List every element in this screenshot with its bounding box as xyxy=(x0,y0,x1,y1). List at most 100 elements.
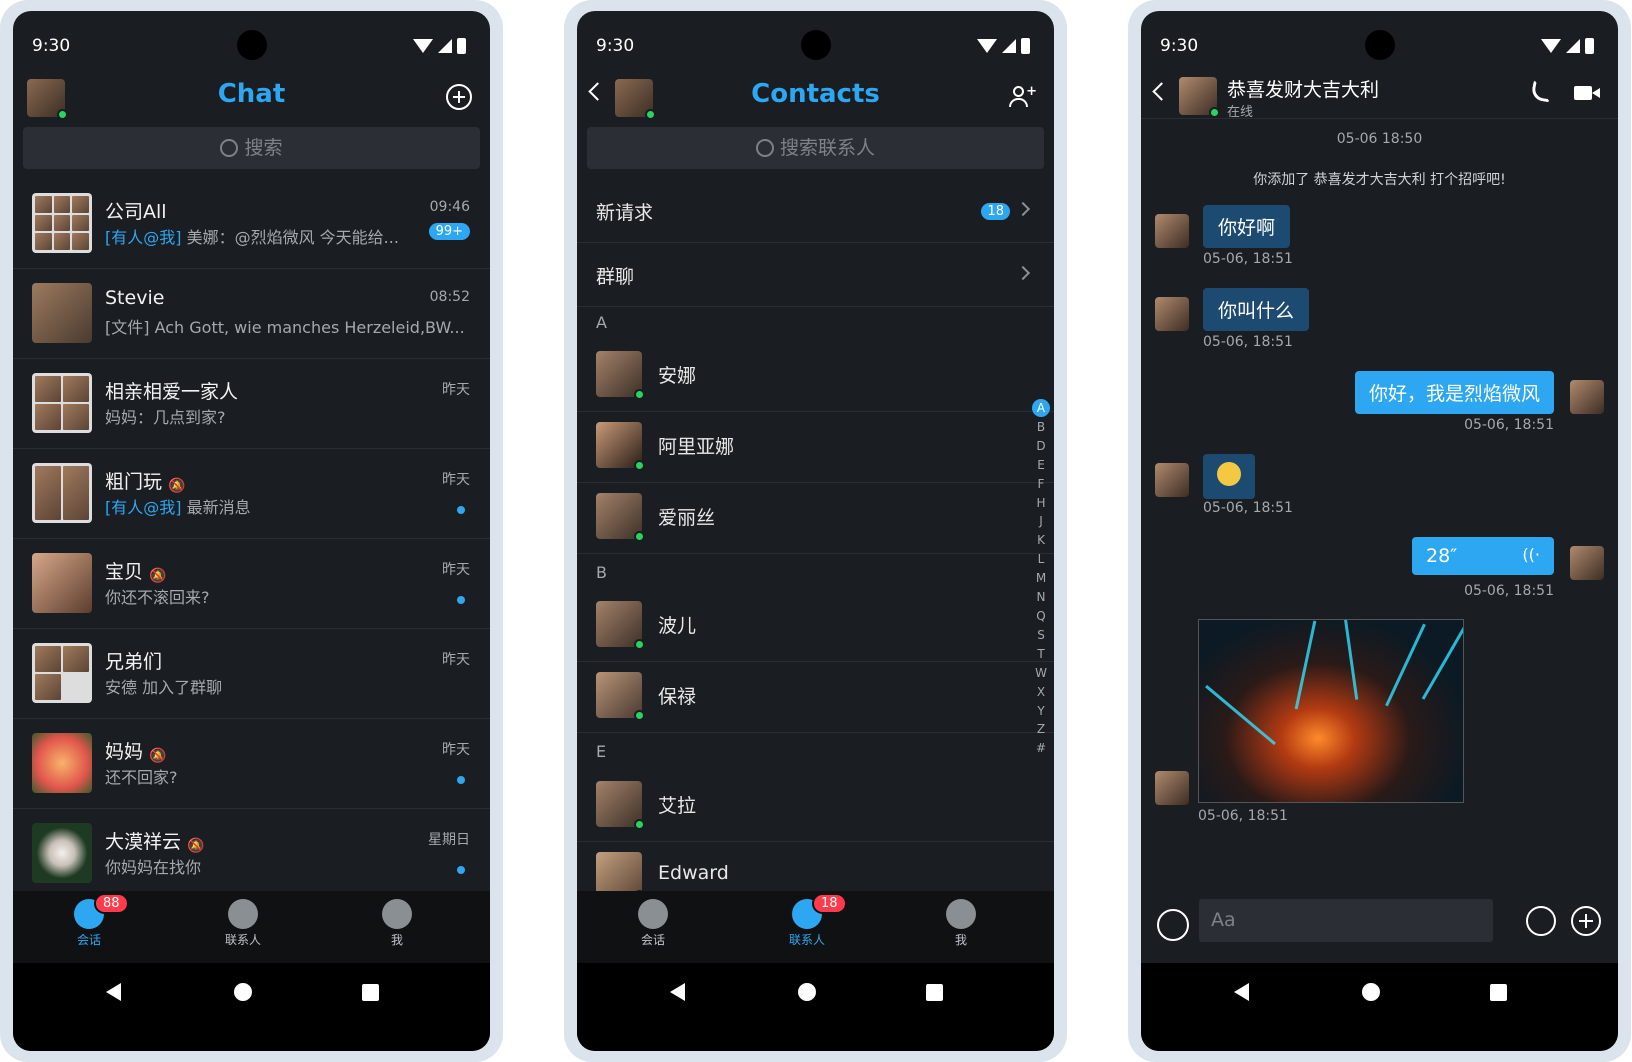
index-letter[interactable]: # xyxy=(1032,739,1050,758)
nav-recents-icon[interactable] xyxy=(362,984,379,1001)
message-bubble-in[interactable]: 你好啊 xyxy=(1203,205,1291,248)
voice-message-bubble[interactable]: 28″ ((· xyxy=(1412,537,1554,575)
conversation-item[interactable]: 大漠祥云 🔕 星期日 你妈妈在找你 xyxy=(13,809,490,899)
conversation-item[interactable]: Stevie 08:52 [文件] Ach Gott, wie manches … xyxy=(13,269,490,359)
index-letter[interactable]: J xyxy=(1032,512,1050,531)
conversation-item[interactable]: 妈妈 🔕 昨天 还不回家? xyxy=(13,719,490,809)
index-letter[interactable]: Q xyxy=(1032,607,1050,626)
image-message[interactable] xyxy=(1198,619,1464,803)
add-contact-icon[interactable]: + xyxy=(1008,84,1037,108)
search-icon xyxy=(220,139,239,157)
conversation-name: 公司All xyxy=(105,201,167,223)
conversation-name: 兄弟们 xyxy=(105,651,163,673)
message-bubble-in[interactable]: 你叫什么 xyxy=(1203,288,1310,331)
mention-tag: [有人@我] xyxy=(105,498,182,517)
index-letter[interactable]: W xyxy=(1032,664,1050,683)
conversation-item[interactable]: 粗门玩 🔕 昨天 [有人@我] 最新消息 xyxy=(13,449,490,539)
contact-item[interactable]: 安娜 xyxy=(577,341,1054,412)
index-letter[interactable]: B xyxy=(1032,418,1050,437)
status-bar: 9:30 xyxy=(13,11,490,61)
nav-recents-icon[interactable] xyxy=(926,984,943,1001)
nav-back-icon[interactable] xyxy=(670,983,685,1001)
nav-home-icon[interactable] xyxy=(1362,983,1380,1001)
nav-recents-icon[interactable] xyxy=(1490,984,1507,1001)
conversation-item[interactable]: 公司All 09:46 [有人@我] 美娜：@烈焰微风 今天能给... 99+ xyxy=(13,179,490,269)
conversation-preview: [有人@我] 最新消息 xyxy=(105,494,420,518)
group-chats-row[interactable]: 群聊 xyxy=(577,243,1054,307)
message-input[interactable]: Aa xyxy=(1199,899,1493,942)
chevron-right-icon xyxy=(1015,201,1031,217)
nav-home-icon[interactable] xyxy=(234,983,252,1001)
tab-label: 会话 xyxy=(76,933,101,947)
conversation-time: 昨天 xyxy=(442,652,470,668)
index-letter[interactable]: L xyxy=(1032,550,1050,569)
contact-item[interactable]: 保禄 xyxy=(577,662,1054,733)
conversation-name: 大漠祥云 xyxy=(105,831,182,853)
message-bubble-out[interactable]: 你好，我是烈焰微风 xyxy=(1354,371,1554,414)
index-letter[interactable]: Z xyxy=(1032,720,1050,739)
index-letter[interactable]: A xyxy=(1032,399,1050,417)
contact-name: 恭喜发财大吉大利 xyxy=(1227,79,1380,101)
nav-home-icon[interactable] xyxy=(798,983,816,1001)
voice-wave-icon: ((· xyxy=(1522,545,1540,564)
tab-label: 会话 xyxy=(640,933,665,947)
index-letter[interactable]: H xyxy=(1032,494,1050,513)
tab-bar: 会话 88 联系人 我 xyxy=(13,891,490,963)
back-chevron-icon[interactable] xyxy=(1152,82,1171,101)
index-letter[interactable]: S xyxy=(1032,626,1050,645)
index-letter[interactable]: E xyxy=(1032,456,1050,475)
index-letter[interactable]: Y xyxy=(1032,702,1050,721)
new-requests-row[interactable]: 新请求 18 xyxy=(577,179,1054,243)
contact-item[interactable]: 阿里亚娜 xyxy=(577,412,1054,483)
video-call-icon[interactable] xyxy=(1574,86,1600,100)
contact-item[interactable]: 波儿 xyxy=(577,591,1054,662)
wifi-icon xyxy=(977,39,997,53)
nav-back-icon[interactable] xyxy=(1234,983,1249,1001)
voice-duration: 28″ xyxy=(1426,545,1458,567)
conversation-item[interactable]: 相亲相爱一家人 昨天 妈妈：几点到家? xyxy=(13,359,490,449)
index-letter[interactable]: M xyxy=(1032,569,1050,588)
add-circle-icon[interactable] xyxy=(446,84,472,110)
contact-item[interactable]: 爱丽丝 xyxy=(577,483,1054,554)
unread-dot xyxy=(457,596,465,604)
search-input[interactable]: 搜索 xyxy=(23,127,480,169)
contact-item[interactable]: 艾拉 xyxy=(577,771,1054,842)
online-dot xyxy=(1209,107,1220,118)
contact-name: 安娜 xyxy=(658,365,697,387)
tab-me[interactable]: 我 xyxy=(921,899,1001,948)
conversation-item[interactable]: 宝贝 🔕 昨天 你还不滚回来? xyxy=(13,539,490,629)
conversation-name-wrap: 妈妈 🔕 xyxy=(105,737,166,764)
index-letter[interactable]: D xyxy=(1032,437,1050,456)
tab-conversations[interactable]: 会话 xyxy=(613,899,693,948)
voice-input-icon[interactable] xyxy=(1157,909,1189,941)
message-time: 05-06, 18:51 xyxy=(1203,251,1293,267)
index-letter[interactable]: N xyxy=(1032,588,1050,607)
preview-text: 最新消息 xyxy=(186,498,251,517)
index-letter[interactable]: X xyxy=(1032,683,1050,702)
emoji-icon[interactable] xyxy=(1526,906,1556,936)
contact-search-input[interactable]: 搜索联系人 xyxy=(587,127,1044,169)
status-icons xyxy=(1541,38,1594,54)
status-time: 9:30 xyxy=(596,36,635,56)
section-header-e: E xyxy=(596,742,607,761)
conversation-preview: 你妈妈在找你 xyxy=(105,858,202,877)
tab-bar: 会话 联系人 18 我 xyxy=(577,891,1054,963)
phone-call-icon[interactable] xyxy=(1530,79,1554,103)
conversation-item[interactable]: 兄弟们 昨天 安德 加入了群聊 xyxy=(13,629,490,719)
contact-avatar[interactable] xyxy=(1179,77,1220,118)
nav-back-icon[interactable] xyxy=(106,983,121,1001)
conversation-time: 星期日 xyxy=(428,832,470,848)
index-letter[interactable]: K xyxy=(1032,531,1050,550)
index-letter[interactable]: T xyxy=(1032,645,1050,664)
tab-conversations[interactable]: 会话 88 xyxy=(49,893,129,948)
emoji-message[interactable] xyxy=(1203,454,1255,499)
alphabet-index[interactable]: A B D E F H J K L M N Q S T W X Y Z # xyxy=(1032,399,1050,758)
avatar xyxy=(32,733,92,793)
tab-contacts[interactable]: 联系人 18 xyxy=(767,893,847,948)
tab-contacts[interactable]: 联系人 xyxy=(203,899,283,948)
conversation-preview: [文件] Ach Gott, wie manches Herzeleid,BW.… xyxy=(105,318,465,337)
avatar xyxy=(596,493,645,542)
index-letter[interactable]: F xyxy=(1032,475,1050,494)
add-attachment-icon[interactable] xyxy=(1571,906,1601,936)
tab-me[interactable]: 我 xyxy=(357,899,437,948)
